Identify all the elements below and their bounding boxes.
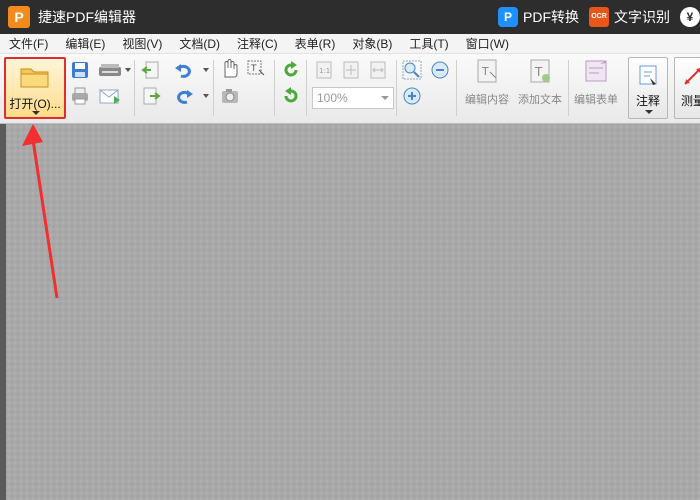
- toolbar-separator: [568, 60, 569, 116]
- save-icon[interactable]: [70, 60, 90, 80]
- scanner-icon[interactable]: [98, 60, 122, 80]
- add-text-button[interactable]: T 添加文本: [514, 58, 566, 107]
- open-button[interactable]: 打开(O)...: [4, 57, 66, 119]
- add-text-label: 添加文本: [518, 94, 562, 106]
- menu-tools[interactable]: 工具(T): [400, 35, 456, 52]
- hand-tool-icon[interactable]: [220, 59, 240, 79]
- toolbar-separator: [213, 60, 214, 116]
- toolbar-separator: [274, 60, 275, 116]
- fit-page-icon[interactable]: [341, 60, 361, 80]
- edit-form-icon: [585, 60, 607, 82]
- pdf-convert-button[interactable]: P PDF转换: [498, 7, 579, 27]
- toolbar-separator: [396, 60, 397, 116]
- redo-icon[interactable]: [174, 86, 194, 106]
- zoom-dropdown-icon[interactable]: [381, 96, 389, 100]
- menu-bar: 文件(F) 编辑(E) 视图(V) 文档(D) 注释(C) 表单(R) 对象(B…: [0, 34, 700, 54]
- measure-label: 测量: [681, 94, 700, 108]
- zoom-in-icon[interactable]: [402, 86, 422, 106]
- rotate-counterclockwise-icon[interactable]: [281, 86, 301, 106]
- open-label: 打开(O)...: [9, 97, 61, 111]
- folder-open-icon: [20, 68, 49, 88]
- add-text-icon: T: [530, 59, 550, 83]
- menu-window[interactable]: 窗口(W): [457, 35, 517, 52]
- pdf-convert-icon: P: [498, 7, 518, 27]
- ocr-button[interactable]: OCR 文字识别: [589, 7, 670, 27]
- toolbar-separator: [306, 60, 307, 116]
- edit-content-icon: T: [477, 59, 497, 83]
- svg-text:1:1: 1:1: [319, 67, 330, 75]
- page-import-icon[interactable]: [141, 60, 161, 80]
- menu-view[interactable]: 视图(V): [113, 35, 170, 52]
- annotate-icon: [639, 65, 657, 85]
- menu-file[interactable]: 文件(F): [0, 35, 56, 52]
- ocr-icon: OCR: [589, 7, 609, 27]
- page-export-icon[interactable]: [141, 86, 161, 106]
- app-logo-icon: P: [8, 6, 30, 28]
- menu-comment[interactable]: 注释(C): [228, 35, 286, 52]
- menu-object[interactable]: 对象(B): [343, 35, 400, 52]
- undo-dropdown-icon[interactable]: [203, 68, 209, 72]
- print-icon[interactable]: [70, 86, 90, 106]
- ocr-label: 文字识别: [614, 9, 670, 25]
- pdf-convert-label: PDF转换: [523, 9, 579, 25]
- snapshot-icon[interactable]: [220, 86, 240, 106]
- svg-text:T: T: [534, 65, 543, 79]
- app-title: 捷速PDF编辑器: [38, 9, 136, 25]
- actual-size-icon[interactable]: 1:1: [314, 60, 334, 80]
- edit-content-label: 编辑内容: [465, 94, 509, 106]
- measure-button[interactable]: 测量: [674, 57, 700, 119]
- yen-icon[interactable]: ¥: [680, 7, 700, 27]
- menu-form[interactable]: 表单(R): [286, 35, 344, 52]
- email-icon[interactable]: [98, 86, 122, 106]
- redo-dropdown-icon[interactable]: [203, 94, 209, 98]
- zoom-value: 100%: [317, 91, 348, 105]
- undo-icon[interactable]: [174, 60, 194, 80]
- annotate-button[interactable]: 注释: [628, 57, 668, 119]
- zoom-marquee-icon[interactable]: [402, 60, 422, 80]
- text-select-icon[interactable]: T: [246, 59, 266, 79]
- fit-width-icon[interactable]: [368, 60, 388, 80]
- open-caret-icon[interactable]: [32, 111, 40, 115]
- menu-document[interactable]: 文档(D): [170, 35, 228, 52]
- annotate-dropdown-icon[interactable]: [645, 110, 653, 114]
- annotate-label: 注释: [635, 94, 660, 108]
- edit-form-button[interactable]: 编辑表单: [570, 58, 622, 107]
- scanner-dropdown-icon[interactable]: [125, 68, 131, 72]
- zoom-select[interactable]: 100%: [312, 87, 394, 109]
- measure-icon: [684, 67, 700, 85]
- ocr-badge-text: OCR: [591, 13, 607, 20]
- toolbar-separator: [456, 60, 457, 116]
- menu-edit[interactable]: 编辑(E): [56, 35, 113, 52]
- svg-text:T: T: [481, 65, 489, 78]
- zoom-out-icon[interactable]: [430, 60, 450, 80]
- rotate-clockwise-icon[interactable]: [281, 60, 301, 80]
- document-workspace[interactable]: [6, 124, 700, 500]
- edit-content-button[interactable]: T 编辑内容: [460, 58, 514, 107]
- toolbar-separator: [134, 60, 135, 116]
- svg-text:T: T: [250, 64, 257, 74]
- edit-form-label: 编辑表单: [574, 94, 618, 106]
- title-bar: P 捷速PDF编辑器 P PDF转换 OCR 文字识别 ¥: [0, 0, 700, 34]
